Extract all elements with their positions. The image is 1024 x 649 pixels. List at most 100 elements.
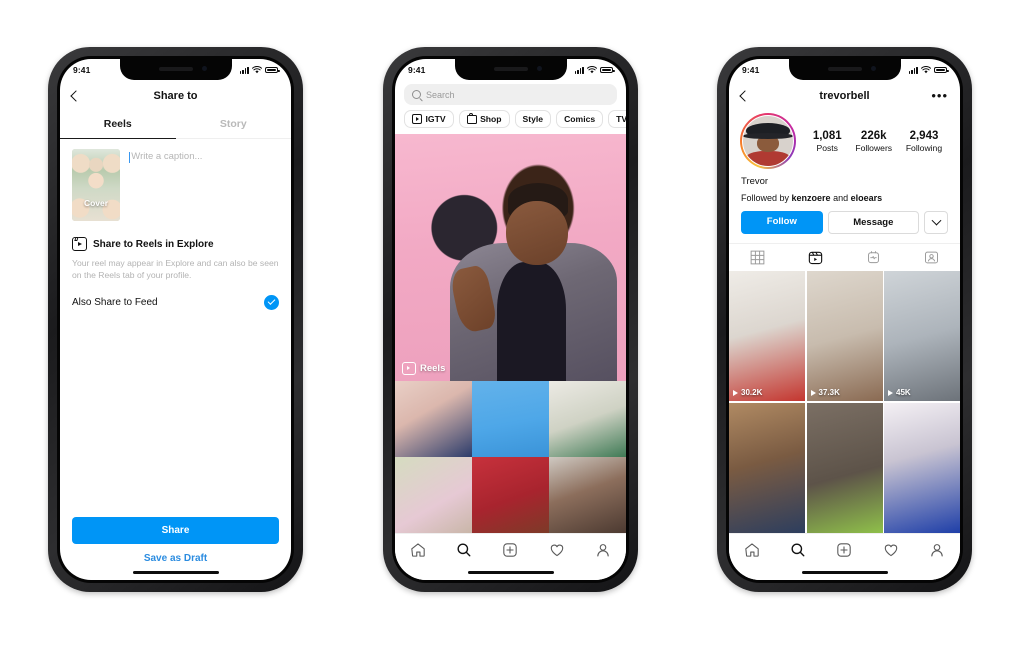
add-post-icon[interactable] <box>499 539 521 561</box>
chip-label: TV & Movies <box>616 114 626 124</box>
view-count-value: 37.3K <box>818 388 840 398</box>
igtv-icon <box>412 114 422 124</box>
avatar-shirt <box>746 151 790 166</box>
wifi-icon <box>587 66 597 74</box>
heart-icon[interactable] <box>546 539 568 561</box>
chip-comics[interactable]: Comics <box>556 110 604 128</box>
chip-label: Comics <box>564 114 596 124</box>
cover-thumbnail[interactable]: Cover <box>72 149 120 221</box>
search-icon[interactable] <box>787 539 809 561</box>
page-title: Share to <box>153 90 198 102</box>
chip-shop[interactable]: Shop <box>458 110 510 128</box>
chip-label: IGTV <box>425 114 446 124</box>
phone1-screen: 9:41 Share to Reels Story Cover Write a … <box>60 59 291 580</box>
tab-guides[interactable] <box>845 244 903 271</box>
tab-grid[interactable] <box>729 244 787 271</box>
cellular-signal-icon <box>574 66 584 74</box>
tab-tagged[interactable] <box>902 244 960 271</box>
play-icon <box>733 389 738 396</box>
battery-icon <box>265 66 280 74</box>
reel-cell-bus[interactable]: 45K <box>884 271 960 402</box>
avatar-hat-brim <box>743 133 793 139</box>
grid-cell-flowers[interactable] <box>395 457 472 533</box>
category-chips: IGTV Shop Style Comics TV & Movies <box>395 110 626 134</box>
status-indicators <box>239 66 280 74</box>
home-indicator[interactable] <box>801 570 888 574</box>
share-destination-tabs: Reels Story <box>60 111 291 139</box>
reels-badge-label: Reels <box>420 363 446 374</box>
phone3-navbar: trevorbell ••• <box>729 81 960 111</box>
chevron-left-icon[interactable] <box>70 90 82 102</box>
chevron-left-icon[interactable] <box>739 90 751 102</box>
share-button[interactable]: Share <box>72 517 279 544</box>
home-icon[interactable] <box>741 539 763 561</box>
follow-button[interactable]: Follow <box>741 211 823 234</box>
stat-following[interactable]: 2,943 Following <box>906 129 942 153</box>
tab-reels[interactable] <box>787 244 845 271</box>
save-as-draft-button[interactable]: Save as Draft <box>72 544 279 564</box>
grid-cell-couple-reading[interactable] <box>395 381 472 457</box>
more-options-icon[interactable]: ••• <box>931 89 948 102</box>
phone1-footer: Share Save as Draft <box>60 517 291 564</box>
message-button[interactable]: Message <box>827 211 919 234</box>
reels-icon <box>72 237 87 251</box>
home-indicator[interactable] <box>132 570 219 574</box>
phone-share-sheet: 9:41 Share to Reels Story Cover Write a … <box>48 47 303 592</box>
more-actions-button[interactable] <box>924 211 948 234</box>
home-indicator[interactable] <box>467 570 554 574</box>
profile-icon[interactable] <box>926 539 948 561</box>
explore-title: Share to Reels in Explore <box>93 238 214 250</box>
check-circle-icon[interactable] <box>264 294 279 310</box>
tagged-icon <box>924 251 938 264</box>
mutual-follower-1[interactable]: kenzoere <box>792 193 831 203</box>
mutual-follower-2[interactable]: eloears <box>851 193 883 203</box>
view-count: 30.2K <box>733 388 762 397</box>
status-indicators <box>574 66 615 74</box>
view-count: 45K <box>888 388 911 397</box>
avatar-image <box>742 115 794 167</box>
also-share-label: Also Share to Feed <box>72 296 158 308</box>
search-icon[interactable] <box>453 539 475 561</box>
grid-cell-glitter-hand[interactable] <box>472 381 549 457</box>
add-post-icon[interactable] <box>833 539 855 561</box>
cellular-signal-icon <box>908 66 918 74</box>
explore-block: Share to Reels in Explore Your reel may … <box>60 221 291 310</box>
stat-followers[interactable]: 226k Followers <box>855 129 892 153</box>
also-share-to-feed-row[interactable]: Also Share to Feed <box>72 294 279 310</box>
tab-story[interactable]: Story <box>176 111 292 138</box>
heart-icon[interactable] <box>880 539 902 561</box>
wifi-icon <box>921 66 931 74</box>
stat-label: Followers <box>855 143 893 154</box>
chip-style[interactable]: Style <box>514 110 552 128</box>
featured-reel-card[interactable]: Reels <box>395 134 626 381</box>
reel-cell-workout[interactable]: 37.3K <box>806 271 883 402</box>
profile-display-name: Trevor <box>741 176 769 187</box>
stat-posts[interactable]: 1,081 Posts <box>813 129 842 153</box>
reel-cell-gym-jump[interactable] <box>806 402 883 533</box>
reel-cell-talking-head[interactable] <box>729 402 805 533</box>
reels-badge: Reels <box>402 362 445 375</box>
caption-input[interactable]: Write a caption... <box>129 149 279 221</box>
notch <box>788 59 901 80</box>
reel-cell-spiderman[interactable]: 30.2K <box>729 271 805 402</box>
phone-bezel: 9:41 Share to Reels Story Cover Write a … <box>57 56 294 583</box>
home-icon[interactable] <box>407 539 429 561</box>
grid-cell-portrait[interactable] <box>549 457 626 533</box>
chip-igtv[interactable]: IGTV <box>404 110 454 128</box>
avatar[interactable] <box>740 113 796 169</box>
search-input[interactable]: Search <box>404 84 617 105</box>
cover-image <box>72 149 120 221</box>
tab-reels[interactable]: Reels <box>60 111 176 139</box>
chip-tv-and-movies[interactable]: TV & Movies <box>608 110 626 128</box>
front-camera-icon <box>870 66 876 71</box>
caption-placeholder: Write a caption... <box>131 151 203 162</box>
grid-cell-fashion-pose[interactable] <box>549 381 626 457</box>
battery-icon <box>934 66 949 74</box>
reel-cell-superman[interactable] <box>884 402 960 533</box>
followed-by-text[interactable]: Followed by kenzoere and eloears <box>741 193 948 203</box>
search-icon <box>412 90 421 99</box>
wifi-icon <box>252 66 262 74</box>
profile-content-tabs <box>729 243 960 271</box>
profile-icon[interactable] <box>592 539 614 561</box>
grid-cell-red-jacket[interactable] <box>472 457 549 533</box>
